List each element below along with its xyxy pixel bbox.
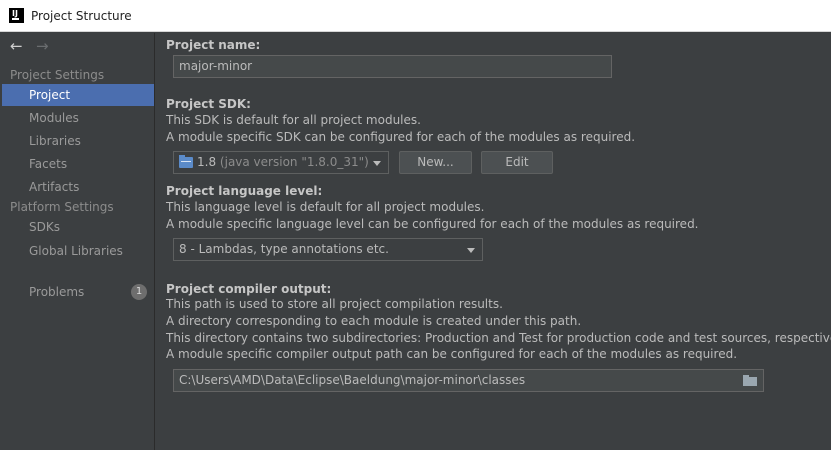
title-bar: IJ Project Structure	[0, 0, 831, 32]
sidebar-item-modules[interactable]: Modules	[0, 107, 155, 129]
language-level-description-2: A module specific language level can be …	[166, 217, 699, 231]
compiler-output-description-3: This directory contains two subdirectori…	[166, 331, 831, 345]
sdk-version-detail: (java version "1.8.0_31")	[219, 155, 369, 169]
sdk-version: 1.8	[197, 155, 217, 169]
sidebar-item-label: Facets	[29, 157, 68, 171]
problems-count-badge: 1	[131, 284, 147, 300]
compiler-output-label: Project compiler output:	[166, 282, 332, 296]
sidebar-item-artifacts[interactable]: Artifacts	[0, 176, 155, 198]
sidebar-item-global-libraries[interactable]: Global Libraries	[0, 240, 155, 262]
sidebar-item-label: Global Libraries	[29, 244, 123, 258]
browse-folder-icon[interactable]	[743, 375, 757, 386]
sidebar-item-facets[interactable]: Facets	[0, 153, 155, 175]
compiler-output-path: C:\Users\AMD\Data\Eclipse\Baeldung\major…	[179, 373, 526, 387]
sidebar-item-problems[interactable]: Problems 1	[0, 281, 155, 303]
sidebar-item-label: Libraries	[29, 134, 81, 148]
sdk-folder-icon	[179, 155, 193, 168]
sidebar-item-project[interactable]: Project	[2, 84, 154, 106]
language-level-description-1: This language level is default for all p…	[166, 200, 485, 214]
compiler-output-description-4: A module specific compiler output path c…	[166, 347, 738, 361]
sidebar-item-label: SDKs	[29, 220, 60, 234]
sidebar: ← → Project Settings Project Modules Lib…	[0, 33, 155, 450]
section-project-settings: Project Settings	[10, 68, 105, 82]
language-level-value: 8 - Lambdas, type annotations etc.	[179, 242, 389, 256]
language-level-label: Project language level:	[166, 184, 323, 198]
section-platform-settings: Platform Settings	[10, 200, 114, 214]
sidebar-item-label: Artifacts	[29, 180, 80, 194]
language-level-dropdown[interactable]: 8 - Lambdas, type annotations etc.	[173, 238, 483, 261]
project-name-label: Project name:	[166, 38, 261, 52]
edit-sdk-button[interactable]: Edit	[481, 151, 553, 174]
project-name-field[interactable]: major-minor	[173, 55, 612, 78]
sidebar-item-label: Project	[29, 88, 71, 102]
project-sdk-label: Project SDK:	[166, 97, 251, 111]
arrow-right-icon[interactable]: →	[36, 37, 49, 55]
sdk-description-1: This SDK is default for all project modu…	[166, 113, 421, 127]
window-title: Project Structure	[31, 9, 132, 23]
sdk-dropdown[interactable]: 1.8 (java version "1.8.0_31")	[173, 151, 389, 174]
sdk-description-2: A module specific SDK can be configured …	[166, 130, 636, 144]
compiler-output-description-2: A directory corresponding to each module…	[166, 314, 582, 328]
chevron-down-icon	[467, 248, 475, 253]
chevron-down-icon	[373, 161, 381, 166]
project-settings-panel: Project name: major-minor Project SDK: T…	[156, 33, 831, 450]
sidebar-item-libraries[interactable]: Libraries	[0, 130, 155, 152]
new-sdk-button[interactable]: New...	[399, 151, 472, 174]
intellij-idea-icon: IJ	[9, 8, 24, 23]
compiler-output-path-field[interactable]: C:\Users\AMD\Data\Eclipse\Baeldung\major…	[173, 369, 764, 392]
sidebar-item-sdks[interactable]: SDKs	[0, 216, 155, 238]
sidebar-item-label: Modules	[29, 111, 79, 125]
arrow-left-icon[interactable]: ←	[10, 37, 23, 55]
compiler-output-description-1: This path is used to store all project c…	[166, 297, 503, 311]
sidebar-item-label: Problems	[29, 285, 85, 299]
